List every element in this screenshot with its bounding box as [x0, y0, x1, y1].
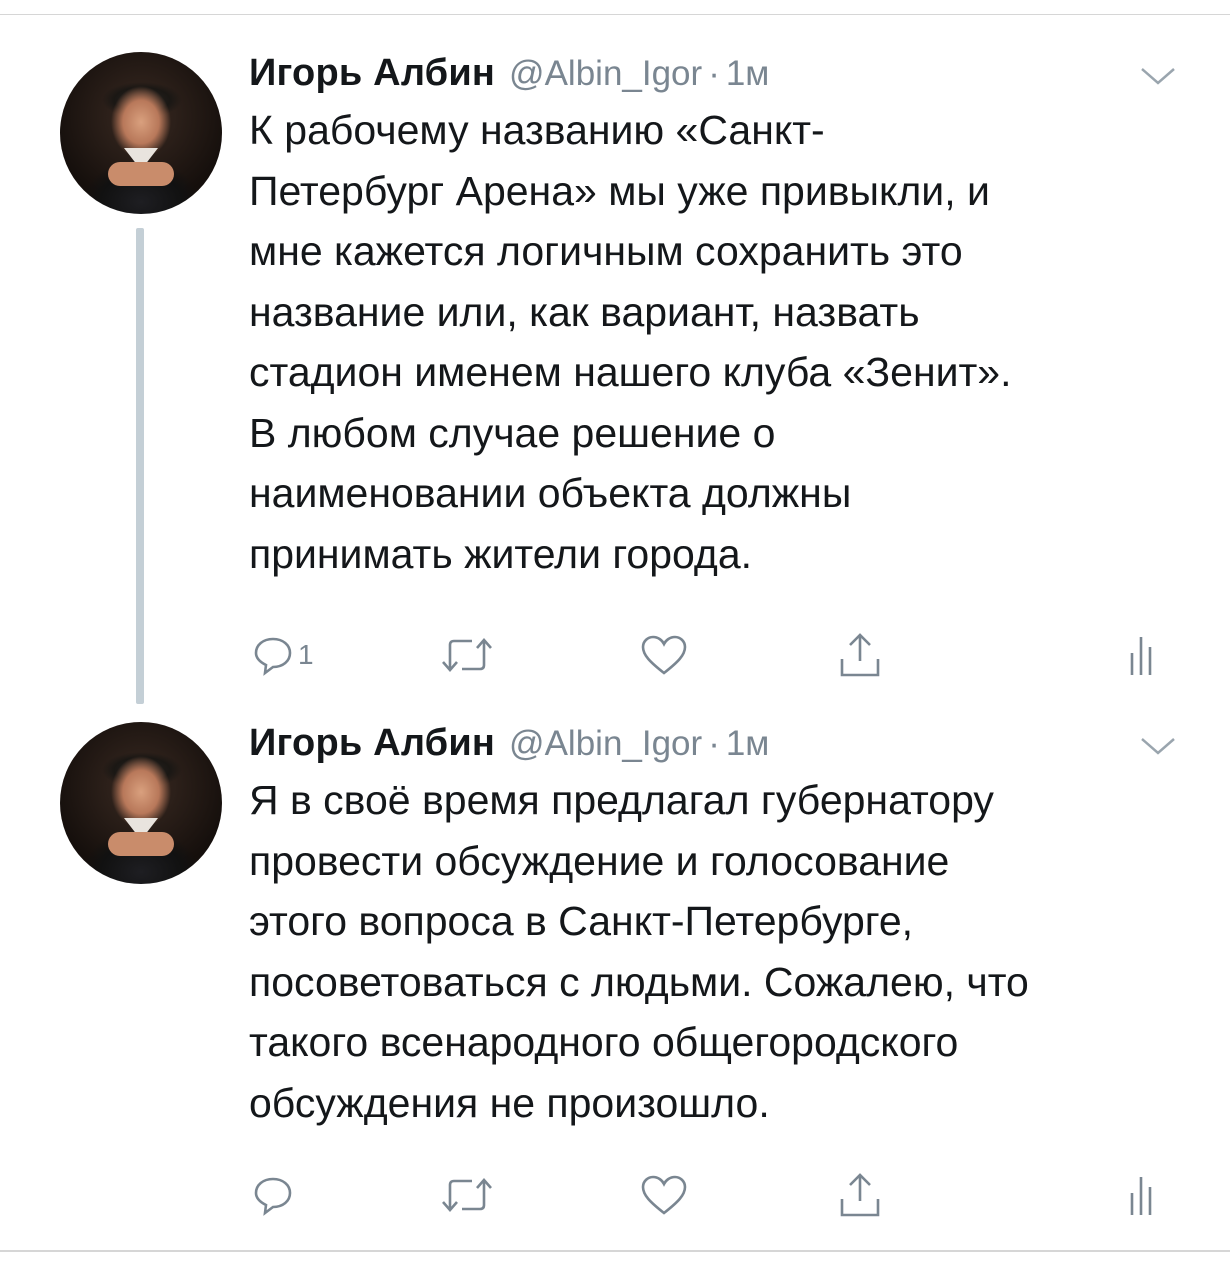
analytics-icon: [1130, 637, 1152, 675]
author-handle[interactable]: @Albin_Igor: [509, 54, 702, 94]
retweet-button[interactable]: [440, 1170, 494, 1220]
chevron-down-icon[interactable]: [1140, 66, 1176, 86]
tweet-time[interactable]: 1м: [726, 724, 770, 764]
retweet-button[interactable]: [440, 630, 494, 680]
reply-icon: [254, 1177, 292, 1216]
reply-icon: [254, 637, 292, 676]
tweet-header: Игорь Албин @Albin_Igor · 1м: [249, 52, 769, 96]
avatar[interactable]: [60, 52, 222, 214]
author-name[interactable]: Игорь Албин: [249, 722, 495, 765]
share-button[interactable]: [836, 1170, 884, 1220]
chevron-down-icon[interactable]: [1140, 736, 1176, 756]
tweet-text: К рабочему названию «Санкт- Петербург Ар…: [249, 107, 1012, 577]
avatar[interactable]: [60, 722, 222, 884]
analytics-icon: [1130, 1177, 1152, 1215]
share-button[interactable]: [836, 630, 884, 680]
top-divider: [0, 14, 1230, 15]
like-button[interactable]: [640, 630, 688, 680]
tweet-time[interactable]: 1м: [726, 54, 770, 94]
separator-dot: ·: [708, 724, 720, 763]
reply-count: 1: [298, 639, 314, 670]
tweet-header: Игорь Албин @Albin_Igor · 1м: [249, 722, 769, 766]
analytics-button[interactable]: [1126, 1170, 1156, 1220]
bottom-divider: [0, 1250, 1230, 1252]
share-icon: [840, 633, 880, 677]
tweet-actions: 1: [0, 630, 1230, 680]
tweet-text: Я в своё время предлагал губернатору про…: [249, 777, 1029, 1126]
separator-dot: ·: [708, 54, 720, 93]
reply-button[interactable]: [252, 1170, 298, 1220]
retweet-icon: [442, 1178, 492, 1212]
author-name[interactable]: Игорь Албин: [249, 52, 495, 95]
share-icon: [840, 1173, 880, 1217]
retweet-icon: [442, 638, 492, 672]
like-button[interactable]: [640, 1170, 688, 1220]
heart-icon: [641, 1175, 687, 1215]
analytics-button[interactable]: [1126, 630, 1156, 680]
heart-icon: [641, 635, 687, 675]
author-handle[interactable]: @Albin_Igor: [509, 724, 702, 764]
tweet-actions: [0, 1170, 1230, 1220]
reply-button[interactable]: 1: [252, 630, 314, 680]
